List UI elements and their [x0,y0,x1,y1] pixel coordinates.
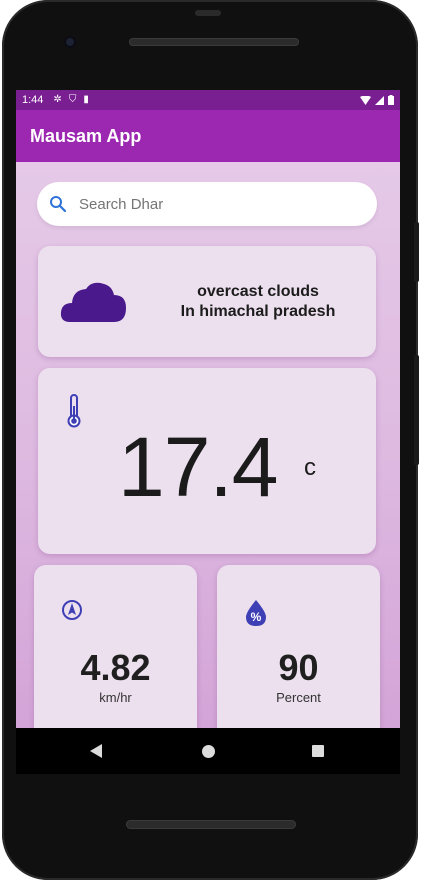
humidity-value: 90 [278,647,319,688]
phone-frame: 1:44 ✲ ⛉ ▮ Mausam App ove [2,0,418,880]
front-camera [64,36,76,48]
wind-speed-card: 4.82 km/hr [34,565,197,728]
system-navigation-bar [16,728,400,774]
temperature-card: 17.4 c [38,368,376,554]
humidity-unit: Percent [276,690,321,705]
volume-button [414,355,419,465]
app-screen: 1:44 ✲ ⛉ ▮ Mausam App ove [16,90,400,728]
humidity-card: % 90 Percent [217,565,380,728]
signal-icon [375,95,384,105]
sim-card-icon: ▮ [83,94,89,105]
shield-icon: ⛉ [68,94,77,105]
condition-text: overcast clouds In himachal pradesh [158,282,358,322]
bottom-speaker [126,820,296,829]
condition-location: In himachal pradesh [180,303,336,320]
search-input[interactable] [77,194,341,214]
temperature-value: 17.4 [118,420,278,514]
temperature-unit: c [304,454,316,481]
water-drop-percent-icon: % [246,600,266,626]
back-icon[interactable] [90,744,102,758]
weather-condition-card: overcast clouds In himachal pradesh [38,246,376,357]
thermometer-icon [67,394,81,428]
earpiece-speaker [129,38,299,46]
search-bar[interactable] [37,182,377,226]
status-right-icons [360,95,394,105]
compass-icon [62,600,82,620]
wind-speed-unit: km/hr [99,690,132,705]
app-title: Mausam App [30,125,142,146]
recents-icon[interactable] [312,745,324,757]
status-bar: 1:44 ✲ ⛉ ▮ [16,90,400,110]
settings-icon: ✲ [53,94,62,105]
svg-text:%: % [251,610,262,624]
phone-top-notch [195,10,221,16]
wind-speed-value: 4.82 [80,647,151,688]
condition-description: overcast clouds [197,283,319,300]
search-icon[interactable] [49,195,67,213]
power-button [414,222,419,282]
battery-icon [388,95,394,105]
status-time: 1:44 [22,94,44,106]
cloud-icon [60,282,127,322]
app-bar: Mausam App [16,110,400,162]
home-icon[interactable] [202,745,215,758]
wifi-icon [360,95,371,105]
